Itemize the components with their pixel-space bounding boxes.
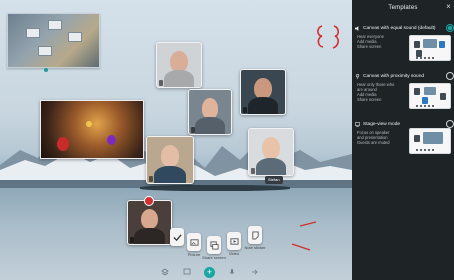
template-preview (409, 35, 451, 61)
proximity-icon (355, 73, 360, 79)
participant-label: Stefan (265, 176, 283, 184)
participant-video-tile[interactable] (188, 89, 232, 135)
scene-item (68, 32, 82, 42)
exit-button[interactable] (249, 267, 259, 277)
participant-name (149, 176, 153, 182)
speaker-icon (355, 25, 359, 31)
light-dot (86, 121, 92, 127)
participant-video-tile[interactable] (248, 128, 294, 176)
participant-video-tile[interactable] (146, 136, 194, 184)
template-preview (409, 83, 451, 109)
share-screen-icon (209, 240, 219, 250)
participant-video-tile[interactable] (156, 42, 202, 88)
red-balloon (57, 137, 69, 151)
scene-thumbnail[interactable] (7, 13, 100, 68)
checkmark-button[interactable] (170, 228, 184, 246)
bottom-dock: + (160, 266, 259, 278)
note-sticker-label: Note sticker (244, 245, 266, 250)
note-sticker-icon (251, 230, 259, 240)
close-icon[interactable]: × (446, 2, 451, 11)
participant-name (159, 80, 163, 86)
template-description: Focus on speaker and presentation Guests… (357, 130, 390, 145)
exit-icon (252, 269, 258, 275)
panel-title: Templates (388, 5, 418, 11)
template-option-stage-view[interactable]: Stage-view mode Focus on speaker and pre… (355, 120, 454, 164)
participant-name (191, 127, 195, 133)
picture-icon (189, 238, 199, 246)
red-doodle (317, 25, 340, 49)
video-button[interactable] (227, 232, 241, 250)
shared-video[interactable] (40, 100, 144, 159)
screen-button[interactable] (182, 267, 192, 277)
conference-canvas[interactable]: Stefan Picture Share screen Video Note s… (0, 0, 352, 280)
participant-name (130, 237, 134, 243)
template-option-equal-sound[interactable]: Canvas with equal sound (default) Hear e… (355, 24, 454, 68)
template-title: Canvas with equal sound (default) (363, 25, 436, 31)
participant-video-tile[interactable] (127, 200, 172, 245)
template-radio[interactable] (446, 24, 454, 32)
video-icon (229, 237, 239, 245)
picture-button[interactable] (187, 233, 201, 251)
template-description: Hear everyone Add media Share screen (357, 34, 384, 49)
red-stroke (291, 221, 317, 251)
participant-name (251, 168, 255, 174)
scene-item (26, 28, 40, 38)
templates-panel: Templates × Canvas with equal sound (def… (352, 0, 454, 280)
template-radio[interactable] (446, 72, 454, 80)
purple-balloon (107, 135, 116, 145)
template-title: Stage-view mode (363, 121, 401, 127)
recording-badge (144, 196, 154, 206)
checkmark-icon (172, 233, 182, 241)
shoreline (140, 185, 290, 191)
template-radio[interactable] (446, 120, 454, 128)
panel-header: Templates × (352, 0, 454, 16)
note-sticker-button[interactable] (248, 226, 262, 244)
mic-icon (229, 269, 235, 274)
participant-name (243, 107, 247, 113)
participant-video-tile[interactable] (240, 69, 286, 115)
template-option-proximity-sound[interactable]: Canvas with proximity sound Hear only th… (355, 72, 454, 116)
template-description: Hear only those who are around Add media… (357, 82, 395, 102)
template-preview (409, 128, 451, 154)
layers-icon (161, 268, 169, 276)
mic-button[interactable] (227, 267, 237, 277)
layers-button[interactable] (160, 267, 170, 277)
template-title: Canvas with proximity sound (363, 73, 425, 79)
stage-icon (355, 121, 360, 127)
scene-item (38, 46, 52, 56)
add-button[interactable]: + (204, 266, 215, 278)
video-label: Video (228, 251, 240, 256)
screen-icon (183, 268, 191, 275)
scene-indicator (44, 68, 48, 72)
scene-item (48, 20, 62, 30)
